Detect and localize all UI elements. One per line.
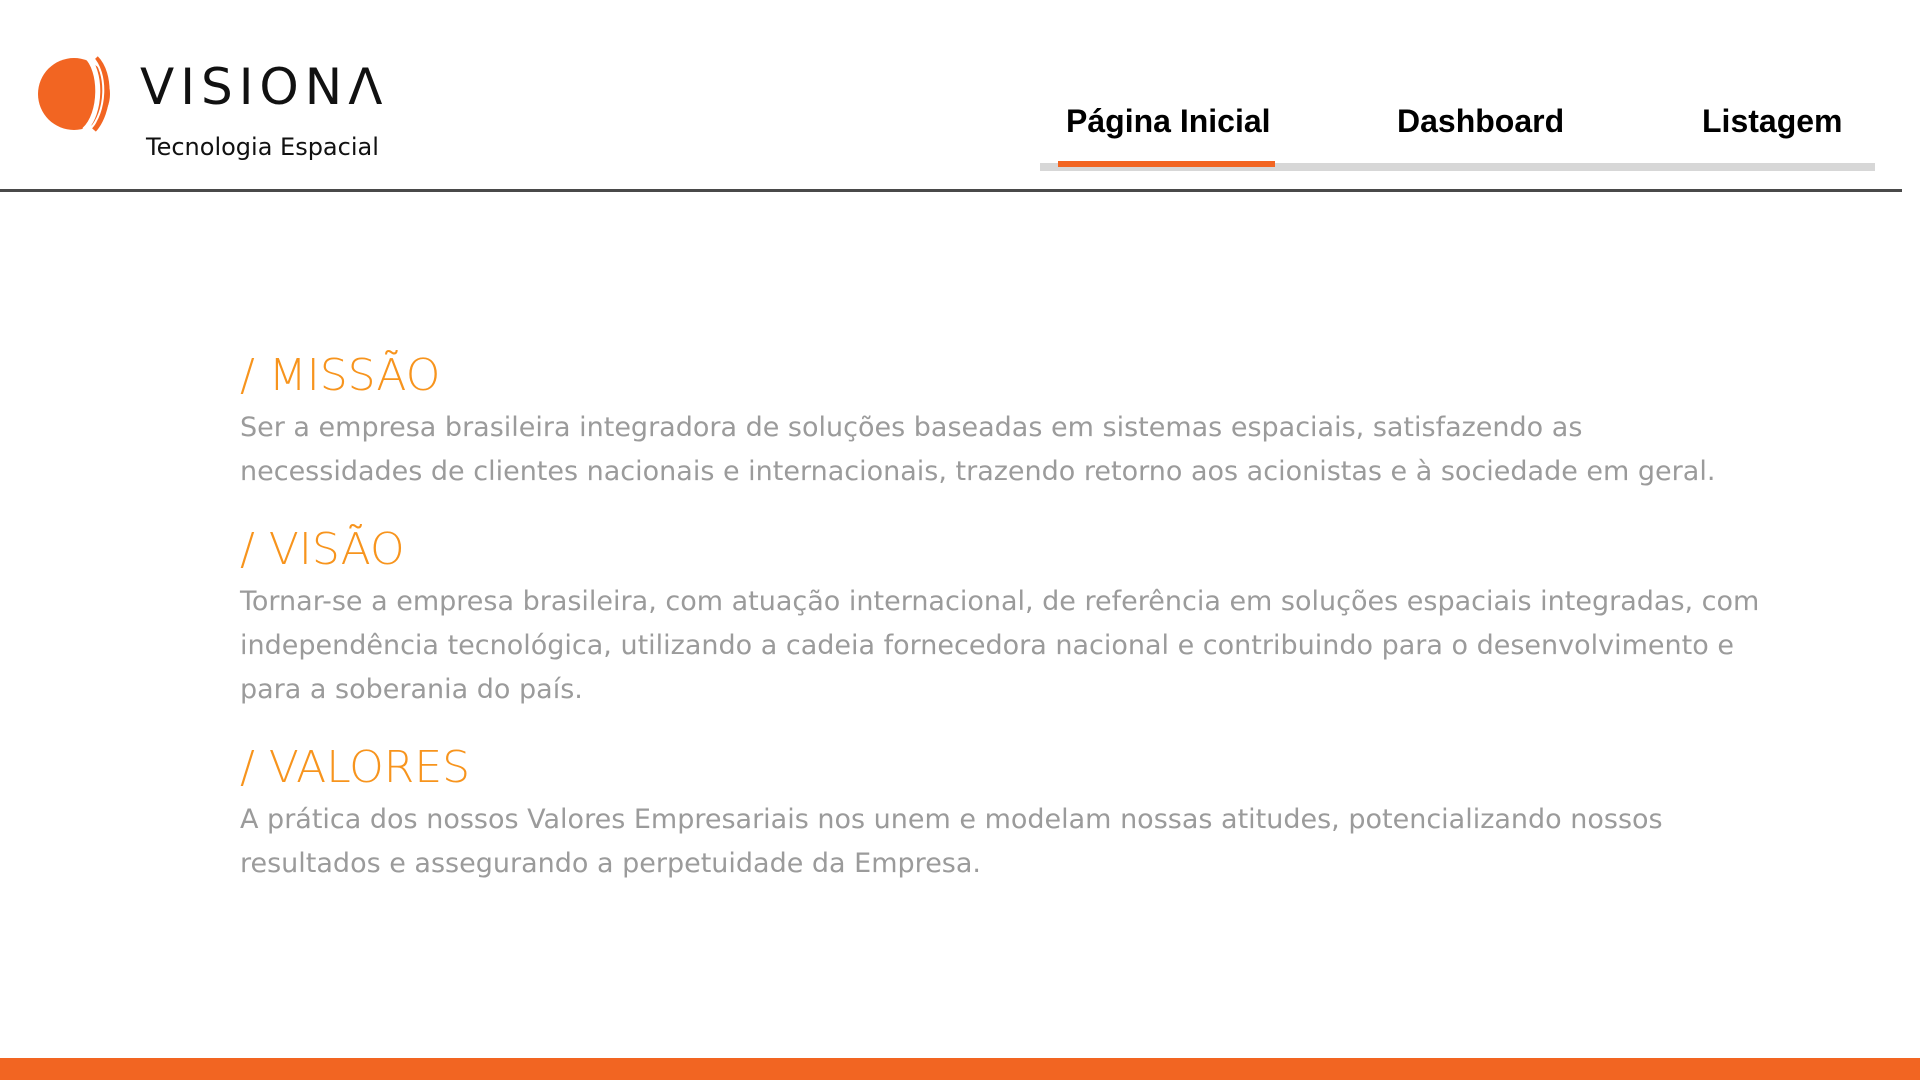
- vision-section: / VISÃO Tornar-se a empresa brasileira, …: [240, 524, 1760, 712]
- mission-title: / MISSÃO: [240, 350, 441, 401]
- values-title: / VALORES: [240, 742, 471, 793]
- tab-listagem[interactable]: Listagem: [1702, 105, 1842, 137]
- vision-text: Tornar-se a empresa brasileira, com atua…: [240, 586, 1760, 705]
- brand-name: VISIONΛ: [140, 58, 389, 116]
- main-content: / MISSÃO Ser a empresa brasileira integr…: [240, 350, 1760, 886]
- visiona-crescent-icon: [38, 54, 110, 132]
- mission-section: / MISSÃO Ser a empresa brasileira integr…: [240, 350, 1760, 494]
- brand-tagline: Tecnologia Espacial: [146, 133, 379, 161]
- logo[interactable]: VISIONΛ Tecnologia Espacial: [36, 50, 396, 170]
- page: VISIONΛ Tecnologia Espacial Página Inici…: [0, 0, 1920, 1080]
- values-text: A prática dos nossos Valores Empresariai…: [240, 804, 1663, 879]
- tab-dashboard[interactable]: Dashboard: [1397, 105, 1564, 137]
- values-section: / VALORES A prática dos nossos Valores E…: [240, 742, 1760, 886]
- header: VISIONΛ Tecnologia Espacial Página Inici…: [0, 0, 1902, 192]
- footer-accent-bar: [0, 1058, 1920, 1080]
- main-nav: Página Inicial Dashboard Listagem: [1040, 95, 1875, 171]
- vision-title: / VISÃO: [240, 524, 405, 575]
- tab-pagina-inicial[interactable]: Página Inicial: [1058, 105, 1275, 167]
- mission-text: Ser a empresa brasileira integradora de …: [240, 412, 1716, 487]
